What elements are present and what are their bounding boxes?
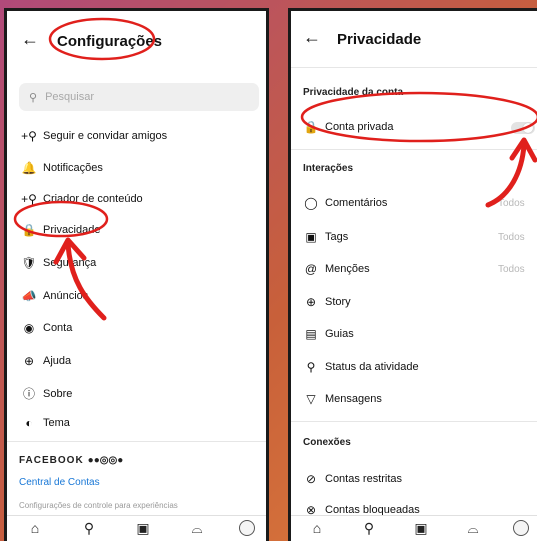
megaphone-icon: 📣 [21, 289, 37, 303]
search-icon[interactable]: ⚲ [359, 520, 379, 537]
settings-item-label: Ajuda [43, 355, 72, 367]
private-account-toggle[interactable] [511, 122, 535, 134]
accounts-center-link[interactable]: Central de Contas [19, 477, 100, 488]
help-icon: ⊕ [23, 354, 35, 368]
profile-icon[interactable] [513, 520, 529, 536]
bottom-tab-bar: ⌂ ⚲ ▣ ⌓ [291, 515, 537, 541]
settings-item-label: Conta [43, 322, 73, 334]
settings-item-label: Notificações [43, 162, 103, 174]
settings-item-security[interactable]: 🛡 Segurança [21, 256, 96, 270]
settings-item-label: Seguir e convidar amigos [43, 130, 168, 142]
privacy-item-guides[interactable]: ▤ Guias [303, 327, 354, 341]
privacy-item-activity-status[interactable]: ⚲ Status da atividade [303, 360, 419, 374]
privacy-item-label: Story [325, 296, 351, 308]
settings-item-theme[interactable]: ◐ Tema [21, 416, 70, 430]
privacy-item-messages[interactable]: ▽ Mensagens [303, 392, 382, 406]
private-account-label: Conta privada [325, 121, 394, 133]
settings-header: ← Configurações [7, 11, 266, 67]
settings-item-creator[interactable]: +⚲ Criador de conteúdo [21, 192, 143, 206]
profile-icon[interactable] [239, 520, 255, 536]
settings-item-label: Tema [43, 417, 70, 429]
facebook-apps-icons: ●●◎◎● [87, 455, 124, 466]
privacy-header: ← Privacidade [291, 11, 537, 67]
privacy-item-comments[interactable]: ◯ Comentários Todos [303, 196, 524, 210]
account-privacy-header: Privacidade da conta [303, 87, 404, 98]
info-icon: ⓘ [22, 387, 35, 401]
tag-icon: ▣ [305, 230, 317, 244]
privacy-item-value: Todos [498, 197, 525, 209]
settings-item-label: Criador de conteúdo [43, 193, 143, 205]
settings-item-about[interactable]: ⓘ Sobre [21, 385, 72, 402]
settings-item-label: Sobre [43, 387, 73, 400]
page-title: Privacidade [337, 31, 422, 48]
creator-icon: +⚲ [21, 192, 37, 206]
settings-item-label: Anúncios [43, 290, 89, 302]
guides-icon: ▤ [305, 327, 317, 341]
accounts-center-note: Configurações de controle para experiênc… [19, 501, 178, 510]
privacy-item-mentions[interactable]: @ Menções Todos [303, 262, 525, 276]
restricted-icon: ⊘ [305, 472, 317, 486]
home-icon[interactable]: ⌂ [25, 520, 45, 536]
settings-screen: ← Configurações ⚲ Pesquisar +⚲ Seguir e … [4, 8, 269, 541]
settings-item-label: Privacidade [43, 224, 101, 236]
settings-item-follow[interactable]: +⚲ Seguir e convidar amigos [21, 129, 167, 143]
home-icon[interactable]: ⌂ [307, 520, 327, 536]
divider [291, 149, 537, 150]
shop-icon[interactable]: ⌓ [187, 520, 207, 537]
settings-item-account[interactable]: ◉ Conta [21, 321, 73, 335]
toggle-knob [523, 123, 533, 133]
privacy-item-label: Guias [325, 328, 354, 340]
reels-icon[interactable]: ▣ [411, 520, 431, 537]
privacy-screen: ← Privacidade Privacidade da conta 🔒 Con… [288, 8, 537, 541]
lock-icon: 🔒 [21, 223, 37, 237]
account-icon: ◉ [23, 321, 35, 335]
privacy-item-label: Mensagens [325, 393, 382, 405]
settings-item-notifications[interactable]: 🔔 Notificações [21, 161, 103, 175]
back-arrow-icon[interactable]: ← [21, 29, 39, 50]
message-icon: ▽ [306, 392, 316, 406]
divider [7, 441, 266, 442]
theme-icon: ◐ [25, 416, 33, 430]
settings-item-help[interactable]: ⊕ Ajuda [21, 354, 71, 368]
divider [291, 421, 537, 422]
shield-icon: 🛡 [21, 256, 37, 270]
settings-item-label: Segurança [43, 257, 97, 269]
facebook-label: FACEBOOK [19, 455, 84, 466]
search-icon[interactable]: ⚲ [79, 520, 99, 537]
privacy-item-tags[interactable]: ▣ Tags Todos [303, 230, 524, 244]
lock-icon: 🔒 [303, 120, 319, 134]
interactions-header: Interações [303, 163, 354, 174]
privacy-item-label: Contas restritas [325, 473, 403, 485]
privacy-item-value: Todos [498, 231, 525, 243]
bell-icon: 🔔 [21, 161, 37, 175]
privacy-item-label: Menções [325, 263, 370, 275]
private-account-row[interactable]: 🔒 Conta privada [303, 120, 394, 134]
settings-item-ads[interactable]: 📣 Anúncios [21, 289, 89, 303]
shop-icon[interactable]: ⌓ [463, 520, 483, 537]
story-icon: ⊕ [305, 295, 317, 309]
activity-icon: ⚲ [306, 360, 316, 374]
search-placeholder: Pesquisar [45, 91, 94, 103]
privacy-item-label: Tags [325, 231, 349, 243]
connections-header: Conexões [303, 437, 351, 448]
mention-icon: @ [304, 262, 318, 276]
divider [291, 67, 537, 68]
privacy-item-restricted[interactable]: ⊘ Contas restritas [303, 472, 402, 486]
privacy-item-label: Status da atividade [325, 361, 419, 373]
search-input[interactable]: ⚲ Pesquisar [19, 83, 259, 111]
reels-icon[interactable]: ▣ [133, 520, 153, 537]
settings-item-privacy[interactable]: 🔒 Privacidade [21, 223, 101, 237]
follow-icon: +⚲ [21, 129, 37, 143]
privacy-item-label: Comentários [325, 197, 388, 209]
privacy-item-value: Todos [498, 263, 525, 275]
comment-icon: ◯ [304, 196, 318, 210]
back-arrow-icon[interactable]: ← [303, 27, 321, 48]
bottom-tab-bar: ⌂ ⚲ ▣ ⌓ [7, 515, 266, 541]
privacy-item-story[interactable]: ⊕ Story [303, 295, 351, 309]
facebook-section-header: FACEBOOK ●●◎◎● [19, 455, 123, 466]
search-icon: ⚲ [29, 91, 38, 104]
page-title: Configurações [57, 33, 163, 50]
